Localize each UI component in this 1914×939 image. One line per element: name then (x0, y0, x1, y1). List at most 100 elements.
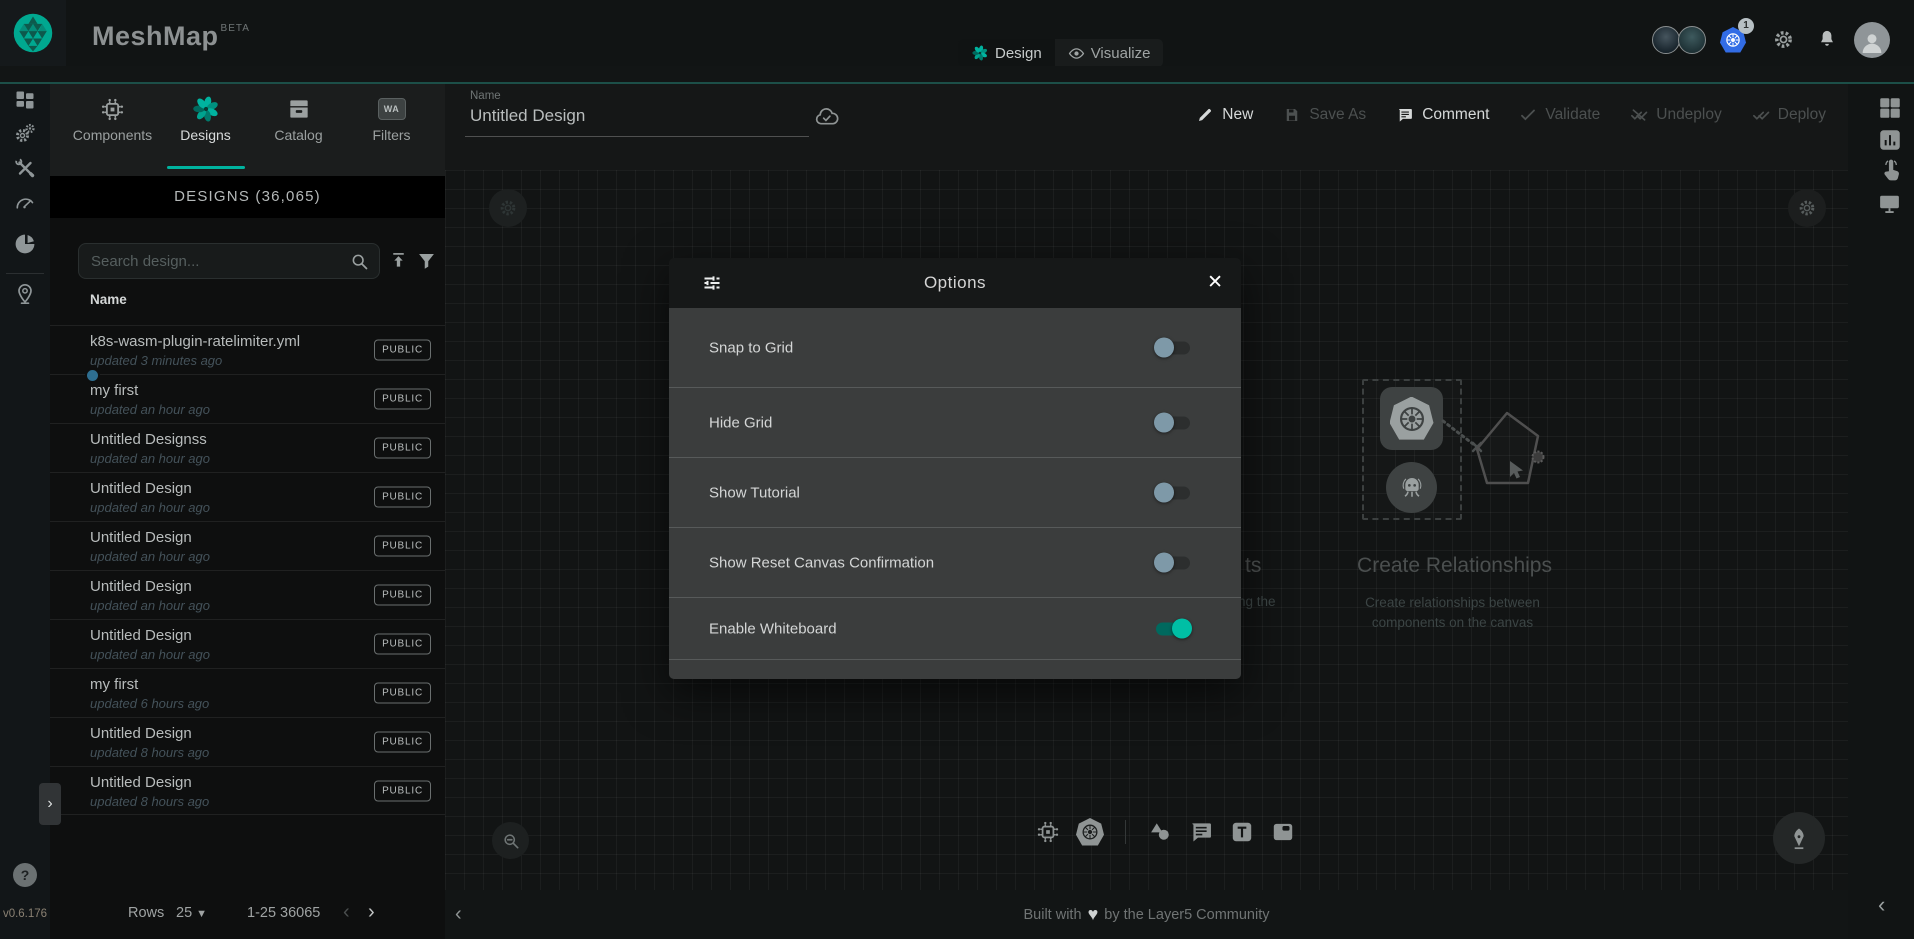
design-list-item[interactable]: my first updated an hour ago PUBLIC (50, 374, 445, 423)
panel-tab-catalog[interactable]: Catalog (252, 84, 345, 176)
panel-tab-label: Designs (180, 127, 231, 143)
dock-shapes-icon[interactable] (1147, 819, 1173, 845)
page-title: MeshMapBETA (92, 0, 250, 66)
design-list-item[interactable]: Untitled Design updated an hour ago PUBL… (50, 521, 445, 570)
validate-button[interactable]: Validate (1519, 106, 1600, 124)
layer5-logo-icon (11, 11, 55, 55)
panel-tabs: Components Designs Catalog WA Filters (50, 84, 445, 176)
dock-components-icon[interactable] (1035, 819, 1061, 845)
tab-design[interactable]: Design (958, 39, 1055, 67)
design-name-input[interactable] (470, 106, 800, 126)
metrics-chart-icon[interactable] (1877, 127, 1903, 153)
dock-kubernetes-icon[interactable] (1076, 818, 1104, 846)
rows-per-page-label: Rows (128, 905, 164, 921)
expand-sidebar-handle[interactable]: › (39, 783, 61, 825)
panel-tab-label: Catalog (274, 127, 322, 143)
gear-icon (1797, 198, 1817, 218)
design-name: Untitled Design (90, 529, 192, 546)
design-name: my first (90, 382, 138, 399)
toggle-knob (1172, 619, 1192, 639)
design-list-item[interactable]: Untitled Design updated an hour ago PUBL… (50, 619, 445, 668)
panel-tab-designs[interactable]: Designs (159, 84, 252, 176)
chip-icon (99, 95, 126, 123)
design-search (78, 243, 380, 279)
visibility-badge: PUBLIC (374, 536, 431, 557)
lifecycle-gears-icon[interactable] (13, 121, 37, 145)
save-as-button[interactable]: Save As (1283, 106, 1366, 124)
whiteboard-pen-button[interactable] (1773, 812, 1825, 864)
option-toggle-snap-to-grid[interactable] (1156, 341, 1190, 354)
settings-gear-icon[interactable] (1772, 28, 1795, 51)
search-input[interactable] (91, 244, 341, 278)
visibility-badge: PUBLIC (374, 585, 431, 606)
design-name: Untitled Designss (90, 431, 207, 448)
design-list-item[interactable]: k8s-wasm-plugin-ratelimiter.yml updated … (50, 325, 445, 374)
button-label: Save As (1309, 106, 1366, 124)
option-toggle-enable-whiteboard[interactable] (1156, 622, 1190, 635)
comment-button[interactable]: Comment (1396, 106, 1489, 124)
option-toggle-show-reset-confirmation[interactable] (1156, 556, 1190, 569)
search-icon[interactable] (349, 251, 370, 272)
panel-tab-filters[interactable]: WA Filters (345, 84, 438, 176)
widgets-grid-icon[interactable] (1877, 95, 1903, 121)
dock-comment-icon[interactable] (1188, 819, 1214, 845)
option-toggle-show-tutorial[interactable] (1156, 486, 1190, 499)
design-list-item[interactable]: Untitled Design updated an hour ago PUBL… (50, 472, 445, 521)
design-actions: New Save As Comment Validate Undeploy (1196, 98, 1826, 132)
new-button[interactable]: New (1196, 106, 1253, 124)
deploy-button[interactable]: Deploy (1752, 106, 1826, 124)
collapse-right-panel-icon[interactable]: ‹ (1878, 892, 1885, 918)
design-updated: updated an hour ago (90, 402, 210, 417)
user-avatar[interactable] (1854, 22, 1890, 58)
filter-funnel-icon[interactable] (416, 250, 437, 271)
next-page-icon[interactable]: › (368, 901, 375, 924)
heart-icon: ♥ (1086, 904, 1101, 924)
toggle-knob (1154, 553, 1174, 573)
canvas-loader-button[interactable] (489, 189, 527, 227)
zoom-out-button[interactable] (492, 822, 529, 859)
occluded-tutorial-title-fragment: ts (1245, 554, 1261, 578)
performance-gauge-icon[interactable] (13, 191, 37, 215)
help-button[interactable]: ? (13, 863, 37, 887)
design-list-item[interactable]: Untitled Design updated 8 hours ago PUBL… (50, 717, 445, 766)
meshmap-pin-icon[interactable] (13, 282, 37, 306)
notifications-bell-icon[interactable] (1816, 28, 1838, 50)
catalog-drawer-icon (286, 95, 312, 123)
meshmap-app: MeshMapBETA Design Visualize 1 (0, 0, 1914, 939)
rows-per-page-select[interactable]: 25 ▼ (176, 905, 207, 921)
context-count-badge: 1 (1738, 18, 1754, 34)
rail-divider (6, 273, 44, 274)
collaborator-avatar-2[interactable] (1678, 26, 1706, 54)
interaction-touch-icon[interactable] (1877, 158, 1903, 184)
service-mesh-pie-icon[interactable] (13, 232, 37, 256)
layer5-logo[interactable] (0, 0, 66, 66)
display-monitor-icon[interactable] (1877, 191, 1902, 216)
tab-visualize[interactable]: Visualize (1055, 39, 1164, 67)
collaborator-avatar-1[interactable] (1652, 26, 1680, 54)
toggle-knob (1154, 483, 1174, 503)
import-design-icon[interactable] (388, 250, 409, 271)
gear-icon (498, 198, 518, 218)
button-label: New (1222, 106, 1253, 124)
dock-text-icon[interactable] (1229, 819, 1255, 845)
dashboard-icon[interactable] (13, 88, 37, 112)
canvas-options-button[interactable] (1788, 189, 1826, 227)
design-list-item[interactable]: Untitled Designss updated an hour ago PU… (50, 423, 445, 472)
undeploy-button[interactable]: Undeploy (1630, 106, 1722, 124)
visibility-badge: PUBLIC (374, 389, 431, 410)
option-toggle-hide-grid[interactable] (1156, 416, 1190, 429)
option-row-enable-whiteboard: Enable Whiteboard (669, 598, 1241, 660)
panel-tab-components[interactable]: Components (66, 84, 159, 176)
design-list-item[interactable]: Untitled Design updated an hour ago PUBL… (50, 570, 445, 619)
toggle-knob (1154, 338, 1174, 358)
close-icon[interactable]: ✕ (1207, 258, 1223, 308)
visibility-badge: PUBLIC (374, 487, 431, 508)
k8s-wheel-icon (1724, 31, 1742, 49)
prev-page-icon[interactable]: ‹ (343, 901, 350, 924)
dock-media-icon[interactable] (1270, 819, 1296, 845)
configuration-tools-icon[interactable] (13, 156, 37, 180)
person-icon (1857, 28, 1887, 58)
pencil-icon (1196, 106, 1214, 124)
design-list-item[interactable]: Untitled Design updated 8 hours ago PUBL… (50, 766, 445, 815)
design-list-item[interactable]: my first updated 6 hours ago PUBLIC (50, 668, 445, 717)
